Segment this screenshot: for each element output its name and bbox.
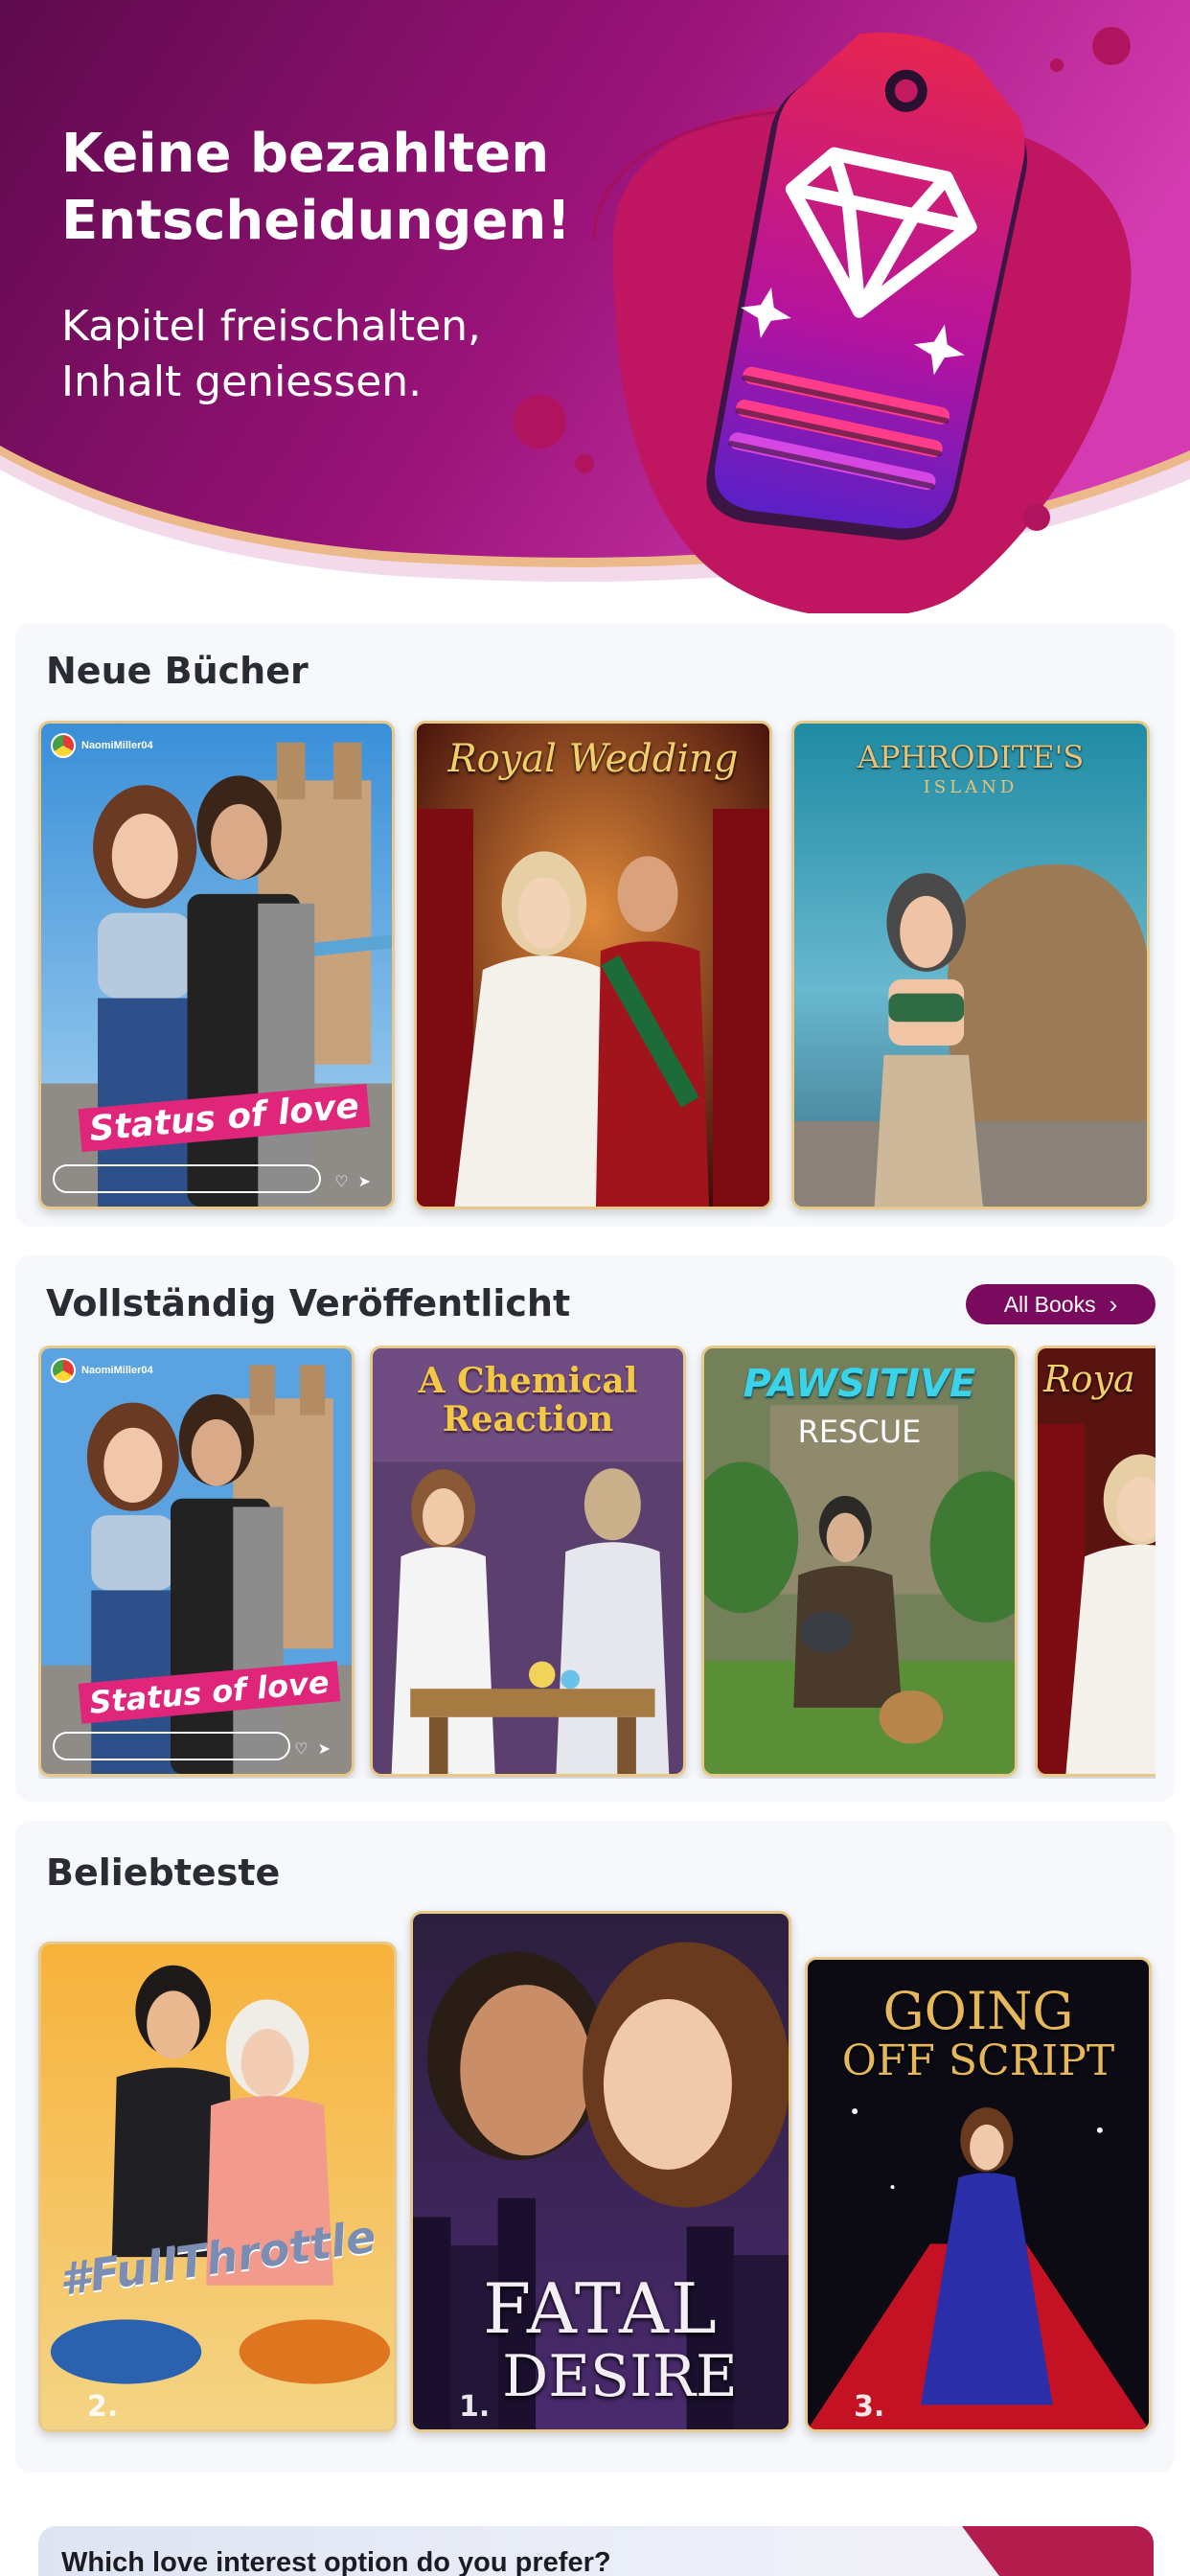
hero-subtitle: Kapitel freischalten, Inhalt geniessen. bbox=[61, 302, 482, 406]
heart-send-icons: ♡➤ bbox=[334, 1174, 380, 1190]
book-cover[interactable]: PAWSITIVE RESCUE bbox=[701, 1346, 1018, 1777]
book-title: PAWSITIVE bbox=[743, 1362, 976, 1406]
book-cover[interactable]: NaomiMiller04 Status of love ♡➤ bbox=[38, 721, 395, 1209]
cover-art bbox=[417, 724, 769, 1207]
book-title: Royal Wedding bbox=[447, 737, 739, 781]
book-title: Roya bbox=[1043, 1358, 1135, 1400]
book-cover[interactable]: A Chemical Reaction bbox=[370, 1346, 686, 1777]
section-title: Beliebteste bbox=[46, 1852, 281, 1894]
book-cover[interactable]: Royal Wedding bbox=[414, 721, 772, 1209]
book-subtitle: RESCUE bbox=[797, 1414, 922, 1450]
section-title: Neue Bücher bbox=[46, 650, 309, 692]
heart-send-icons: ♡➤ bbox=[294, 1741, 340, 1758]
author-name: NaomiMiller04 bbox=[81, 1365, 153, 1376]
rank-label: 3. bbox=[854, 2390, 885, 2424]
avatar bbox=[51, 733, 76, 758]
book-title: FATAL bbox=[483, 2268, 719, 2349]
book-title: GOING bbox=[882, 1981, 1074, 2041]
book-cover[interactable]: FATAL DESIRE 1. bbox=[410, 1911, 791, 2432]
poll-decoration bbox=[962, 2526, 1154, 2576]
poll-question: Which love interest option do you prefer… bbox=[61, 2547, 611, 2576]
author-badge: NaomiMiller04 bbox=[51, 733, 153, 758]
hero-title: Keine bezahlten Entscheidungen! bbox=[61, 123, 571, 252]
book-subtitle: ISLAND bbox=[923, 777, 1018, 797]
cover-art bbox=[704, 1348, 1015, 1774]
completed-books-carousel[interactable]: NaomiMiller04 Status of love ♡➤ A Chemic… bbox=[38, 1346, 1156, 1779]
book-title: A Chemical Reaction bbox=[418, 1361, 638, 1439]
book-cover[interactable]: Roya bbox=[1035, 1346, 1156, 1777]
book-cover[interactable]: NaomiMiller04 Status of love ♡➤ bbox=[38, 1346, 355, 1777]
author-badge: NaomiMiller04 bbox=[51, 1358, 153, 1383]
book-subtitle: DESIRE bbox=[502, 2343, 738, 2410]
author-name: NaomiMiller04 bbox=[81, 740, 153, 751]
rank-label: 2. bbox=[87, 2390, 119, 2424]
poll-banner[interactable]: Which love interest option do you prefer… bbox=[38, 2526, 1154, 2576]
book-cover[interactable]: GOING OFF SCRIPT 3. bbox=[805, 1957, 1152, 2432]
comment-input bbox=[53, 1732, 290, 1760]
cover-art bbox=[1038, 1348, 1156, 1774]
book-title: APHRODITE'S bbox=[857, 739, 1085, 775]
all-books-label: All Books bbox=[1003, 1291, 1096, 1317]
chevron-right-icon: › bbox=[1109, 1290, 1118, 1319]
diamond-price-tag-icon bbox=[706, 33, 1027, 540]
avatar bbox=[51, 1358, 76, 1383]
all-books-button[interactable]: All Books › bbox=[966, 1284, 1156, 1324]
book-cover[interactable]: APHRODITE'S ISLAND bbox=[791, 721, 1150, 1209]
cover-art bbox=[41, 1944, 394, 2429]
book-cover[interactable]: #FullThrottle 2. bbox=[38, 1942, 397, 2432]
comment-input bbox=[53, 1164, 321, 1193]
book-subtitle: OFF SCRIPT bbox=[841, 2036, 1115, 2085]
section-title: Vollständig Veröffentlicht bbox=[46, 1282, 571, 1324]
hero-banner: Keine bezahlten Entscheidungen! Kapitel … bbox=[0, 0, 1190, 613]
rank-label: 1. bbox=[459, 2390, 491, 2424]
